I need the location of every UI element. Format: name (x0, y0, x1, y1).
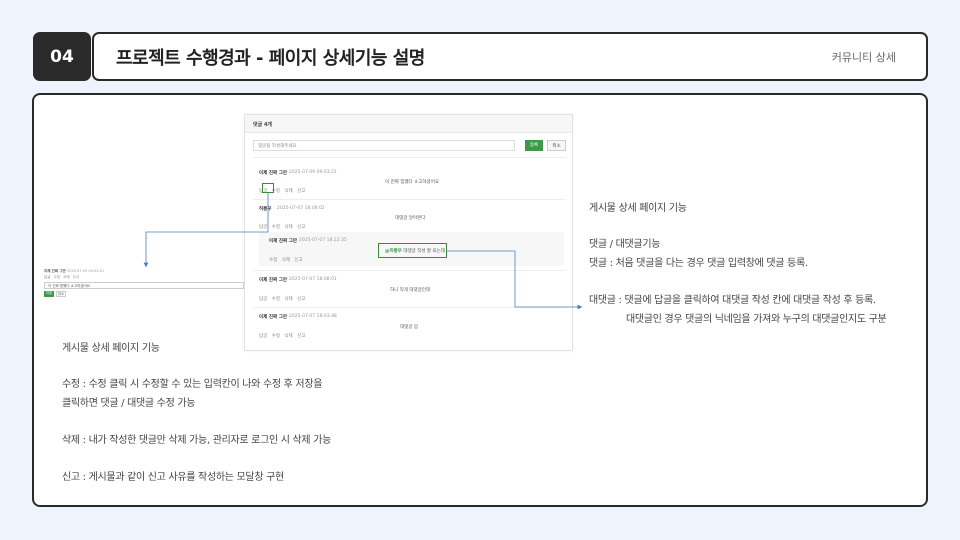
cancel-button[interactable]: 취소 (547, 140, 566, 151)
section-label: 커뮤니티 상세 (831, 50, 896, 64)
comment-date: 2025-07-07 18:03:48 (289, 314, 337, 319)
comment-date: 2025-07-07 18:08:01 (289, 277, 337, 282)
register-button[interactable]: 등록 (525, 140, 543, 151)
divider (253, 307, 566, 308)
reply-actions[interactable]: 수정 삭제 신고 (269, 257, 303, 263)
reply-date: 2025-07-07 18:22:35 (299, 238, 347, 243)
right-notes-reply2: 대댓글인 경우 댓글의 닉네임을 가져와 누구의 대댓글인지도 구분 (626, 314, 887, 325)
right-notes-reply1: 대댓글 : 댓글에 답글을 클릭하여 대댓글 작성 칸에 대댓글 작성 후 등록… (589, 295, 876, 306)
comment-author: 허릉우 (259, 207, 272, 212)
reply-author: 이제 진짜 그만 (269, 239, 297, 244)
small-author-name: 이제 진짜 그만 (44, 269, 66, 273)
edit-highlight-box (262, 183, 274, 193)
left-notes-report: 신고 : 게시물과 같이 신고 사유를 작성하는 모달창 구현 (62, 472, 284, 483)
comment-body: 대댓글 달아본다 (395, 216, 426, 221)
comment-actions[interactable]: 답글 수정 삭제 신고 (259, 224, 305, 230)
reply-highlight-box (378, 243, 447, 258)
comment-date: 2025-07-09 09:03:21 (289, 170, 337, 175)
left-notes-title: 게시물 상세 페이지 기능 (62, 343, 160, 354)
comment-author: 이제 진짜 그만 (259, 171, 287, 176)
comment-body: 하니 작게 대댓글인데 (390, 288, 431, 293)
small-actions[interactable]: 답글 수정 삭제 신고 (44, 275, 79, 280)
edit-mode-screenshot: 이제 진짜 그만 2025-07-09 09:03:21 답글 수정 삭제 신고… (40, 265, 245, 305)
comment-actions[interactable]: 답글 수정 삭제 신고 (259, 296, 305, 302)
divider (253, 157, 566, 158)
divider (253, 199, 566, 200)
left-notes-edit1: 수정 : 수정 클릭 시 수정할 수 있는 입력칸이 나와 수정 후 저장을 (62, 379, 323, 390)
edit-input[interactable]: 이 진짜 힘쨌다 ㅎ고하셨어요 (44, 282, 244, 289)
small-cancel-button[interactable]: 취소 (56, 291, 66, 297)
slide-number: 04 (33, 32, 91, 81)
left-notes-edit2: 클릭하면 댓글 / 대댓글 수정 가능 (62, 398, 196, 409)
title-bar: 프로젝트 수행경과 - 페이지 상세기능 설명 커뮤니티 상세 (92, 32, 928, 81)
comment-count-header: 댓글 4개 (245, 115, 572, 133)
comment-body: 대댓글 암 (400, 325, 418, 330)
comment-date: 2025-07-07 18:08:02 (277, 206, 325, 211)
right-notes-feature: 댓글 / 대댓글기능 (589, 239, 661, 250)
small-date: 2025-07-09 09:03:21 (66, 269, 105, 273)
comment-actions[interactable]: 답글 수정 삭제 신고 (259, 333, 305, 339)
comment-body: 이 진짜 힘쨌다 ㅎ고하셨어요 (385, 180, 439, 185)
comment-screenshot: 댓글 4개 댓글을 작성해주세요 등록 취소 이제 진짜 그만 2025-07-… (244, 114, 573, 351)
divider (253, 270, 566, 271)
left-notes-delete: 삭제 : 내가 작성한 댓글만 삭제 가능, 관리자로 로그인 시 삭제 가능 (62, 435, 332, 446)
comment-author: 이제 진짜 그만 (259, 315, 287, 320)
right-notes-title: 게시물 상세 페이지 기능 (589, 203, 687, 214)
small-author: 이제 진짜 그만 2025-07-09 09:03:21 (44, 269, 104, 274)
comment-author: 이제 진짜 그만 (259, 278, 287, 283)
right-notes-comment: 댓글 : 처음 댓글을 다는 경우 댓글 입력창에 댓글 등록. (589, 258, 808, 269)
save-button[interactable]: 저장 (44, 291, 54, 297)
page-title: 프로젝트 수행경과 - 페이지 상세기능 설명 (116, 47, 425, 69)
comment-input[interactable]: 댓글을 작성해주세요 (253, 140, 515, 151)
